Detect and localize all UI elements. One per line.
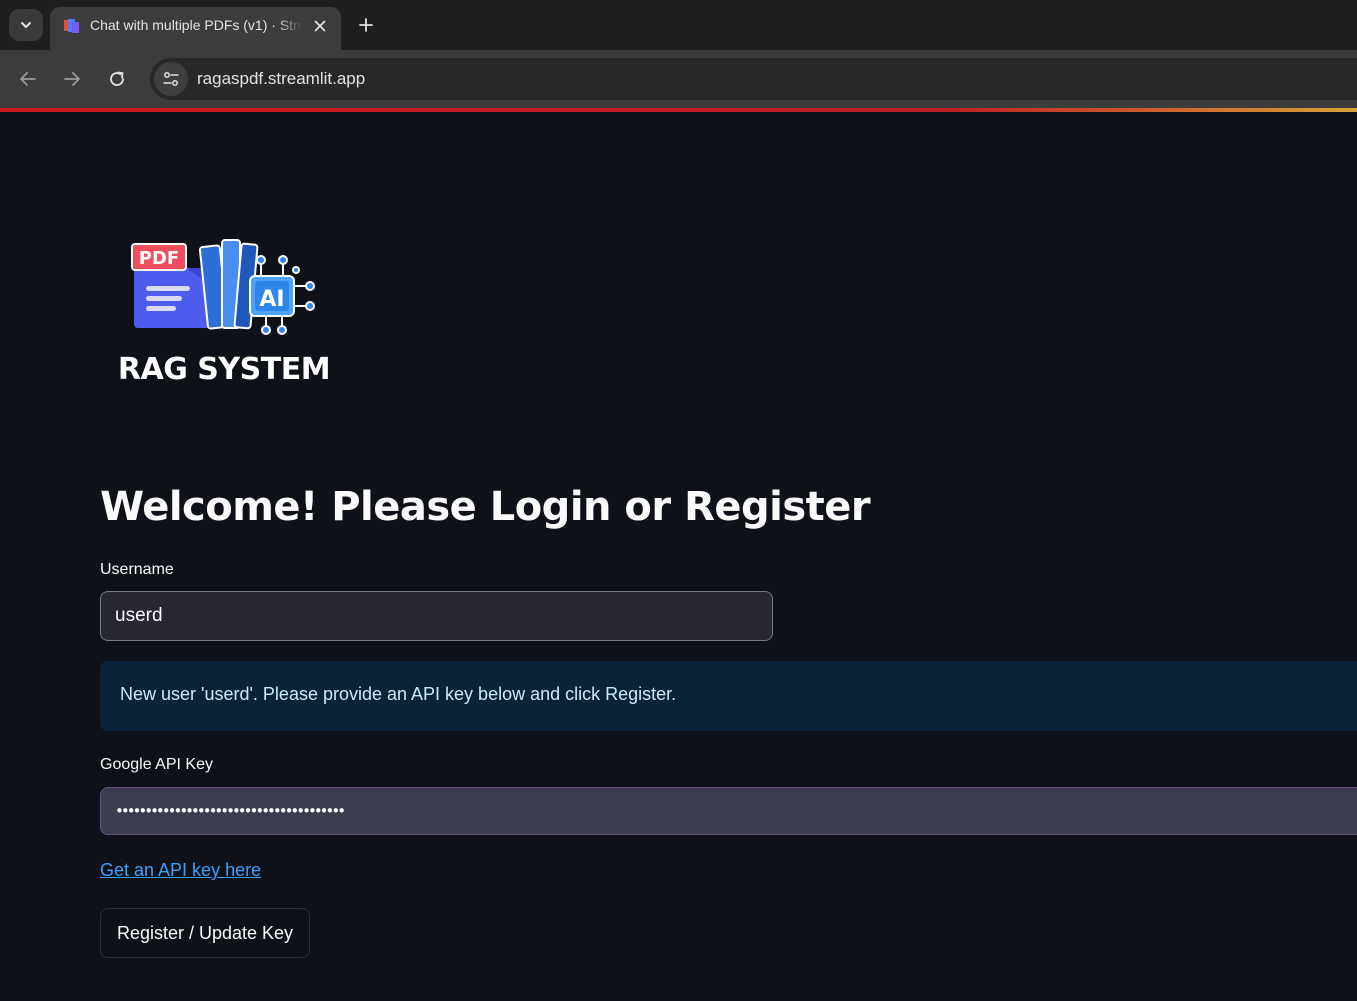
rag-system-logo: PDF AI RAG SYSTEM — [118, 239, 331, 387]
tune-icon — [163, 72, 179, 86]
username-input[interactable]: userd — [100, 591, 773, 641]
arrow-left-icon — [20, 72, 36, 86]
logo-pdf-text: PDF — [139, 248, 179, 269]
chevron-down-icon — [21, 22, 31, 28]
page-title: Welcome! Please Login or Register — [100, 484, 871, 530]
url-text: ragaspdf.streamlit.app — [197, 69, 366, 88]
close-icon — [314, 20, 326, 32]
forward-button[interactable] — [57, 64, 87, 94]
plus-icon — [359, 18, 373, 32]
api-key-input[interactable]: ••••••••••••••••••••••••••••••••••••••• — [100, 787, 1357, 835]
browser-tab-bar: Chat with multiple PDFs (v1) · Streamlit — [0, 0, 1357, 50]
browser-toolbar: ragaspdf.streamlit.app — [0, 50, 1357, 108]
streamlit-decoration-bar — [0, 108, 1357, 112]
logo-caption: RAG SYSTEM — [118, 352, 330, 387]
active-tab[interactable]: Chat with multiple PDFs (v1) · Streamlit — [50, 7, 341, 50]
username-label: Username — [100, 561, 174, 578]
get-api-key-link[interactable]: Get an API key here — [100, 860, 261, 881]
new-tab-button[interactable] — [352, 11, 380, 39]
api-key-label: Google API Key — [100, 756, 213, 773]
info-alert-text: New user 'userd'. Please provide an API … — [120, 684, 677, 704]
tab-search-button[interactable] — [9, 9, 43, 41]
register-button[interactable]: Register / Update Key — [100, 908, 310, 958]
back-button[interactable] — [13, 64, 43, 94]
logo-ai-text: AI — [259, 287, 284, 312]
tab-title: Chat with multiple PDFs (v1) · Streamlit — [90, 17, 302, 33]
reload-button[interactable] — [102, 64, 132, 94]
address-bar[interactable]: ragaspdf.streamlit.app — [150, 58, 1357, 100]
tab-close-button[interactable] — [309, 15, 331, 37]
reload-icon — [110, 71, 124, 86]
arrow-right-icon — [64, 72, 80, 86]
site-info-button[interactable] — [154, 62, 188, 96]
api-key-masked-value: ••••••••••••••••••••••••••••••••••••••• — [115, 802, 346, 820]
info-alert: New user 'userd'. Please provide an API … — [100, 661, 1357, 731]
streamlit-favicon-icon — [64, 19, 79, 33]
